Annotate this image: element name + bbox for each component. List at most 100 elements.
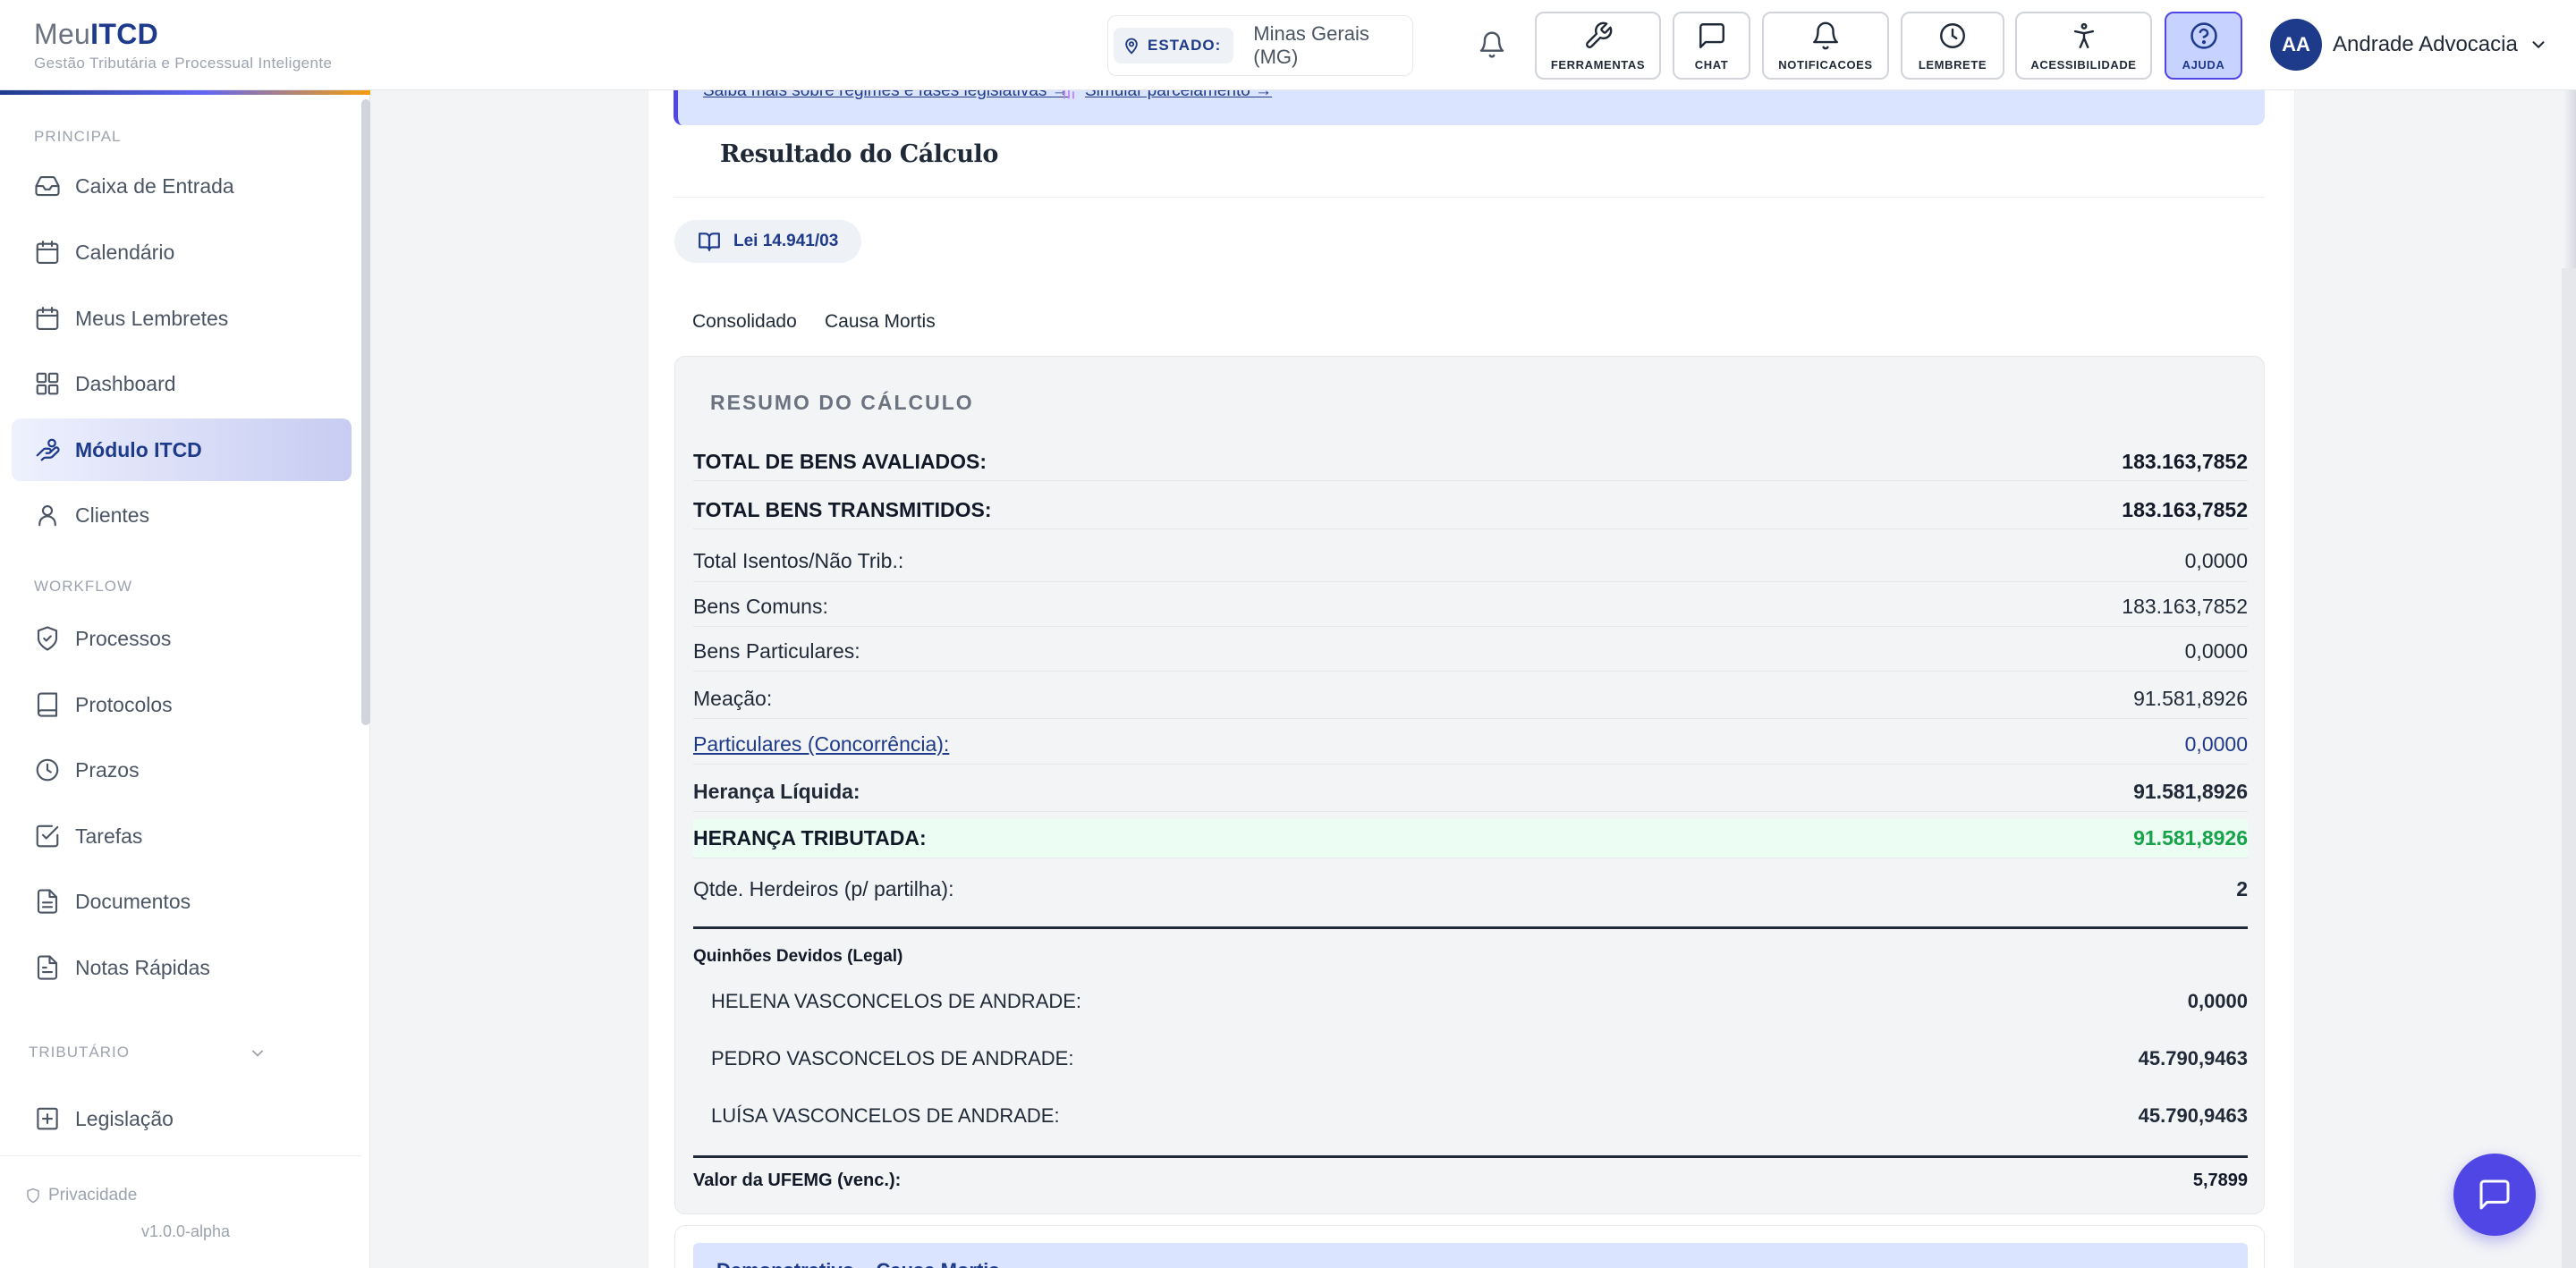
demonstrativo-title: Demonstrativo – Causa Mortis [716,1259,1000,1268]
state-value: Minas Gerais (MG) [1253,22,1369,68]
sidebar-item-label: Caixa de Entrada [75,173,234,198]
tools-label: FERRAMENTAS [1550,57,1646,72]
help-label: AJUDA [2182,57,2225,72]
row-value: 91.581,8926 [2133,687,2248,710]
row-value: 0,0000 [2184,732,2248,756]
sidebar-item-quick-notes[interactable]: Notas Rápidas [12,936,352,999]
sidebar-accent-bar [0,90,370,95]
sidebar-item-documents[interactable]: Documentos [12,870,352,933]
ufemg-label: Valor da UFEMG (venc.): [693,1171,902,1190]
result-title: Resultado do Cálculo [720,140,998,168]
tab-consolidated[interactable]: Consolidado [692,311,797,333]
row-value: 0,0000 [2184,639,2248,663]
heir-name: HELENA VASCONCELOS DE ANDRADE: [711,990,1082,1012]
chat-button[interactable]: CHAT [1673,12,1750,80]
tools-button[interactable]: FERRAMENTAS [1535,12,1661,80]
location-pin-icon [1125,38,1138,55]
notifications-button[interactable]: NOTIFICACOES [1762,12,1889,80]
sidebar-item-calendar[interactable]: Calendário [12,221,352,283]
accessibility-icon [2073,22,2094,48]
summary-row: TOTAL DE BENS AVALIADOS: 183.163,7852 [693,444,2248,481]
row-label: Meação: [693,687,773,710]
book-icon [37,692,58,717]
note-icon [37,955,58,980]
row-value: 183.163,7852 [2122,595,2248,618]
sidebar-item-label: Notas Rápidas [75,955,210,979]
summary-row: Bens Comuns: 183.163,7852 [693,588,2248,627]
privacy-link[interactable]: Privacidade [25,1186,137,1205]
ufemg-row: Valor da UFEMG (venc.): 5,7899 [693,1171,2248,1191]
sidebar-item-label: Dashboard [75,371,176,395]
state-label-pill: ESTADO: [1114,28,1234,63]
row-value: 2 [2236,876,2248,900]
top-bar: MeuITCD Gestão Tributária e Processual I… [0,0,2576,90]
heir-row: LUÍSA VASCONCELOS DE ANDRADE: 45.790,946… [711,1104,2248,1128]
shield-icon [27,1188,39,1204]
section-principal: PRINCIPAL [34,128,122,145]
state-selector[interactable]: ESTADO: Minas Gerais (MG) [1107,15,1413,76]
sidebar-item-deadlines[interactable]: Prazos [12,739,352,801]
sidebar-item-dashboard[interactable]: Dashboard [12,352,352,415]
sidebar-item-protocols[interactable]: Protocolos [12,673,352,736]
sidebar-scrollbar[interactable] [361,99,370,725]
avatar: AA [2270,19,2322,71]
summary-row: Qtde. Herdeiros (p/ partilha): 2 [693,867,2248,910]
row-label: Total Isentos/Não Trib.: [693,549,904,572]
summary-row[interactable]: Particulares (Concorrência): 0,0000 [693,725,2248,765]
row-value: 183.163,7852 [2122,498,2248,521]
section-divider [693,926,2248,929]
row-label: Bens Particulares: [693,639,860,663]
grid-icon [36,372,59,395]
brand-logo[interactable]: MeuITCD Gestão Tributária e Processual I… [34,18,332,72]
concurrence-link[interactable]: Particulares (Concorrência): [693,732,949,757]
reminder-label: LEMBRETE [1918,57,1987,72]
privacy-label: Privacidade [48,1186,138,1205]
row-label: TOTAL DE BENS AVALIADOS: [693,450,987,473]
heir-value: 0,0000 [2187,990,2248,1012]
sidebar-item-label: Meus Lembretes [75,306,229,330]
summary-row-highlight: HERANÇA TRIBUTADA: 91.581,8926 [693,819,2248,858]
bell-icon[interactable] [1474,27,1510,63]
row-label: Qtde. Herdeiros (p/ partilha): [693,876,954,900]
sidebar-item-clients[interactable]: Clientes [12,484,352,546]
row-value: 91.581,8926 [2133,780,2248,803]
reminder-button[interactable]: LEMBRETE [1901,12,2004,80]
hand-coins-icon [36,438,60,461]
sidebar-item-reminders[interactable]: Meus Lembretes [12,287,352,350]
chat-icon [1699,22,1724,48]
section-workflow: WORKFLOW [34,578,132,595]
summary-row: Bens Particulares: 0,0000 [693,632,2248,672]
chevron-down-icon [2532,41,2545,48]
chevron-down-icon[interactable] [249,1044,267,1062]
accessibility-button[interactable]: ACESSIBILIDADE [2015,12,2152,80]
version-label: v1.0.0-alpha [141,1222,231,1240]
sidebar-item-processes[interactable]: Processos [12,607,352,670]
user-menu[interactable]: AA Andrade Advocacia [2270,19,2548,71]
chat-label: CHAT [1694,57,1729,72]
sidebar-item-inbox[interactable]: Caixa de Entrada [12,155,352,217]
sidebar-item-legislation[interactable]: Legislação [12,1087,352,1150]
sidebar-item-tasks[interactable]: Tarefas [12,805,352,867]
page-scrollbar[interactable] [2562,268,2576,1268]
section-tributario: TRIBUTÁRIO [29,1044,130,1061]
bell-icon [1813,21,1838,49]
law-badge-label: Lei 14.941/03 [733,232,839,250]
summary-row: Herança Líquida: 91.581,8926 [693,773,2248,812]
sidebar-item-itcd-module[interactable]: Módulo ITCD [12,418,352,481]
user-icon [38,504,56,527]
help-button[interactable]: AJUDA [2165,12,2242,80]
sidebar-item-label: Tarefas [75,824,143,848]
summary-title: RESUMO DO CÁLCULO [710,391,974,414]
brand-tagline: Gestão Tributária e Processual Inteligen… [34,55,333,72]
tab-causa-mortis[interactable]: Causa Mortis [825,311,936,333]
sidebar-item-label: Documentos [75,889,191,913]
sidebar-item-label: Protocolos [75,692,173,716]
chat-fab-button[interactable] [2453,1154,2536,1236]
heir-row: PEDRO VASCONCELOS DE ANDRADE: 45.790,946… [711,1047,2248,1070]
law-badge[interactable]: Lei 14.941/03 [674,220,862,263]
heir-name: LUÍSA VASCONCELOS DE ANDRADE: [711,1104,1060,1127]
help-icon [2190,21,2217,49]
demonstrativo-header[interactable]: Demonstrativo – Causa Mortis [693,1243,2248,1268]
sidebar-item-label: Clientes [75,503,150,527]
sidebar-item-label: Processos [75,626,172,650]
